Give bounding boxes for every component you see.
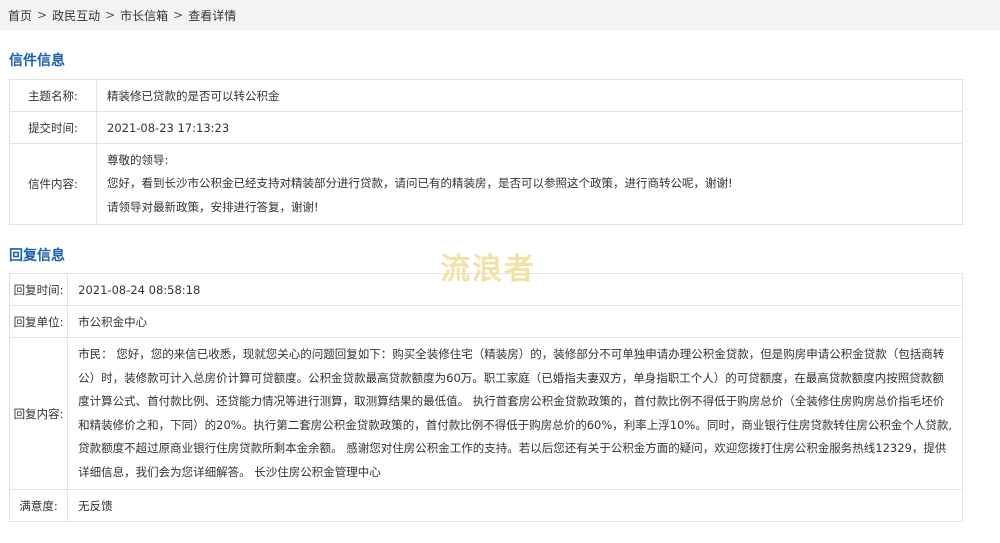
breadcrumb-separator: > xyxy=(37,8,48,22)
reply-content-line: 度计算公式、首付款比例、还贷能力情况等进行测算，取测算结果的最低值。 执行首套房… xyxy=(78,394,945,408)
satisfaction-row: 满意度: 无反馈 xyxy=(8,489,963,522)
letter-content-line: 您好，看到长沙市公积金已经支持对精装部分进行贷款，请问已有的精装房，是否可以参照… xyxy=(107,176,733,191)
reply-content-line: 市民： 您好，您的来信已收悉，现就您关心的问题回复如下：购买全装修住宅（精装房）… xyxy=(78,347,945,361)
letter-content-label: 信件内容: xyxy=(9,143,97,225)
subject-row: 主题名称: 精装修已贷款的是否可以转公积金 xyxy=(9,79,963,112)
breadcrumb-separator: > xyxy=(105,8,116,22)
subject-label: 主题名称: xyxy=(9,79,97,112)
reply-content-row: 回复内容: 市民： 您好，您的来信已收悉，现就您关心的问题回复如下：购买全装修住… xyxy=(8,337,963,490)
breadcrumb-mayor-mailbox[interactable]: 市长信箱 xyxy=(120,7,168,24)
breadcrumb: 首页 > 政民互动 > 市长信箱 > 查看详情 xyxy=(0,0,1000,30)
subject-value: 精装修已贷款的是否可以转公积金 xyxy=(96,79,963,112)
letter-section-title: 信件信息 xyxy=(9,53,65,69)
submit-time-value: 2021-08-23 17:13:23 xyxy=(96,111,963,144)
submit-time-label: 提交时间: xyxy=(9,111,97,144)
reply-unit-row: 回复单位: 市公积金中心 xyxy=(8,305,963,338)
reply-content-value: 市民： 您好，您的来信已收悉，现就您关心的问题回复如下：购买全装修住宅（精装房）… xyxy=(67,337,963,490)
letter-content-value: 尊敬的领导: 您好，看到长沙市公积金已经支持对精装部分进行贷款，请问已有的精装房… xyxy=(96,143,963,225)
satisfaction-value: 无反馈 xyxy=(67,489,963,522)
breadcrumb-current: 查看详情 xyxy=(188,8,237,23)
reply-section-title: 回复信息 xyxy=(9,248,65,264)
reply-content-label: 回复内容: xyxy=(8,337,69,490)
reply-info-table: 回复时间: 2021-08-24 08:58:18 回复单位: 市公积金中心 回… xyxy=(8,273,963,522)
reply-unit-label: 回复单位: xyxy=(8,305,69,338)
breadcrumb-interaction[interactable]: 政民互动 xyxy=(52,7,100,24)
letter-content-line: 尊敬的领导: xyxy=(107,152,169,167)
reply-content-line: 公）时，装修款可计入总房价计算可贷额度。公积金贷款最高贷款额度为60万。职工家庭… xyxy=(78,370,944,385)
letter-info-table: 主题名称: 精装修已贷款的是否可以转公积金 提交时间: 2021-08-23 1… xyxy=(9,79,963,225)
reply-unit-value: 市公积金中心 xyxy=(67,305,963,338)
breadcrumb-home[interactable]: 首页 xyxy=(8,7,32,24)
reply-content-line: 贷款额度不超过原商业银行住房贷款所剩本金余额。 感谢您对住房公积金工作的支持。若… xyxy=(78,441,947,455)
submit-time-row: 提交时间: 2021-08-23 17:13:23 xyxy=(9,111,963,144)
letter-content-row: 信件内容: 尊敬的领导: 您好，看到长沙市公积金已经支持对精装部分进行贷款，请问… xyxy=(9,143,963,225)
letter-content-line: 请领导对最新政策，安排进行答复，谢谢! xyxy=(107,199,319,214)
reply-content-line: 详细信息，我们会为您详细解答。 长沙住房公积金管理中心 xyxy=(78,464,381,479)
breadcrumb-separator: > xyxy=(173,8,184,22)
satisfaction-label: 满意度: xyxy=(8,489,69,522)
reply-content-line: 和精装修价之和，下同）的20%。执行第二套房公积金贷款政策的，首付款比例不得低于… xyxy=(78,417,952,432)
watermark: 流浪者 xyxy=(440,252,536,287)
reply-time-label: 回复时间: xyxy=(8,273,69,306)
